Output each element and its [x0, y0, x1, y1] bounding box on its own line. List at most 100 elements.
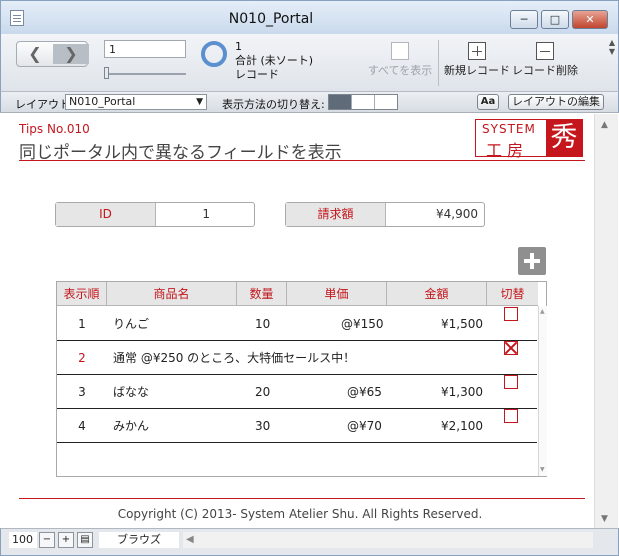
show-all-label: すべてを表示 [367, 64, 433, 77]
bottom-bar: 100 − + ▤ ブラウズ ◀ [0, 528, 619, 556]
table-row: 3 ばなな 20 @¥65 ¥1,300 [57, 375, 537, 409]
row-amount: ¥1,500 [441, 317, 483, 331]
id-label: ID [56, 203, 156, 226]
row-order: 3 [78, 385, 86, 399]
bill-label: 請求額 [286, 203, 386, 226]
view-switch-label: 表示方法の切り替え: [222, 98, 325, 111]
window-title: N010_Portal [228, 11, 314, 27]
portal-header: 表示順 商品名 数量 単価 金額 切替 [57, 282, 538, 306]
row-qty[interactable]: 10 [255, 307, 270, 341]
logo-mark: 秀 [546, 120, 582, 156]
tips-number: Tips No.010 [19, 122, 90, 136]
new-record-button[interactable]: 新規レコード [444, 42, 510, 78]
list-view-icon[interactable] [352, 95, 375, 109]
next-record-button[interactable]: ❯ [53, 44, 89, 63]
scroll-up-icon[interactable]: ▲ [601, 120, 608, 130]
text-format-button[interactable]: Aa [477, 94, 499, 110]
add-row-button[interactable] [518, 247, 546, 275]
table-row: 2 通常 @¥250 のところ、大特価セールス中！ [57, 341, 537, 375]
row-qty[interactable]: 30 [255, 409, 270, 443]
col-order: 表示順 [57, 282, 107, 306]
record-sort-status: 合計 (未ソート) [235, 54, 314, 67]
maximize-button[interactable]: □ [541, 10, 569, 29]
toggle-checkbox[interactable] [504, 341, 518, 355]
portal-table: 表示順 商品名 数量 単価 金額 切替 1 りんご 10 @¥150 ¥1,50… [56, 281, 547, 477]
id-value[interactable]: 1 [202, 203, 210, 226]
title-bar: N010_Portal ─ □ ✕ [0, 0, 619, 34]
edit-layout-button[interactable]: レイアウトの編集 [508, 94, 604, 110]
record-count: 1 [235, 40, 242, 53]
row-price[interactable]: @¥70 [347, 409, 382, 443]
plus-icon [468, 42, 486, 60]
table-row: 1 りんご 10 @¥150 ¥1,500 [57, 307, 537, 341]
table-row: 4 みかん 30 @¥70 ¥2,100 [57, 409, 537, 443]
minus-icon [536, 42, 554, 60]
record-nav: ❮ ❯ [16, 41, 89, 67]
delete-record-label: レコード削除 [512, 64, 578, 77]
toolbar: ❮ ❯ 1 合計 (未ソート) レコード すべてを表示 新規レコード レコード削… [0, 34, 619, 92]
row-price[interactable]: @¥65 [347, 375, 382, 409]
chevron-down-icon: ▼ [196, 97, 203, 107]
row-order: 1 [78, 317, 86, 331]
scroll-down-icon[interactable]: ▼ [540, 466, 545, 473]
layout-content: Tips No.010 同じポータル内で異なるフィールドを表示 SYSTEM 工… [1, 114, 594, 528]
minimize-button[interactable]: ─ [510, 10, 538, 29]
row-note[interactable]: 通常 @¥250 のところ、大特価セールス中！ [113, 341, 355, 375]
layout-bar: レイアウト: N010_Portal ▼ 表示方法の切り替え: Aa レイアウト… [0, 92, 619, 113]
row-qty[interactable]: 20 [255, 375, 270, 409]
record-info: 1 合計 (未ソート) レコード [235, 40, 313, 82]
table-view-icon[interactable] [375, 95, 398, 109]
toolbar-chevron-icon[interactable]: ▲ ▼ [609, 38, 615, 56]
row-amount: ¥1,300 [441, 385, 483, 399]
close-button[interactable]: ✕ [572, 10, 608, 29]
row-name[interactable]: りんご [113, 307, 149, 341]
col-amount: 金額 [387, 282, 487, 306]
toolbar-divider [438, 40, 439, 86]
row-price[interactable]: @¥150 [341, 307, 384, 341]
horizontal-scrollbar[interactable]: ◀ [183, 532, 593, 548]
zoom-in-button[interactable]: + [58, 532, 74, 548]
col-price: 単価 [287, 282, 387, 306]
zoom-out-button[interactable]: − [39, 532, 55, 548]
scroll-left-icon[interactable]: ◀ [186, 534, 194, 545]
show-all-icon [391, 42, 409, 60]
copyright: Copyright (C) 2013- System Atelier Shu. … [117, 507, 483, 521]
prev-record-button[interactable]: ❮ [17, 44, 53, 63]
logo-top-text: SYSTEM [482, 122, 536, 136]
scroll-up-icon[interactable]: ▲ [540, 308, 545, 315]
show-all-button[interactable]: すべてを表示 [366, 42, 434, 78]
view-switcher [328, 94, 398, 110]
toggle-checkbox[interactable] [504, 307, 518, 321]
window-scrollbar[interactable]: ▲ ▼ [594, 114, 618, 528]
record-slider-track[interactable] [104, 73, 186, 75]
record-pie-icon [201, 41, 227, 67]
bill-value[interactable]: ¥4,900 [436, 203, 478, 226]
layout-select-value: N010_Portal [69, 95, 136, 108]
col-toggle: 切替 [500, 287, 525, 301]
row-amount: ¥2,100 [441, 419, 483, 433]
toggle-checkbox[interactable] [504, 375, 518, 389]
col-qty: 数量 [237, 282, 287, 306]
mode-indicator[interactable]: ブラウズ [99, 532, 179, 548]
footer-divider [19, 498, 585, 499]
toggle-toolbar-button[interactable]: ▤ [77, 532, 93, 548]
record-label: レコード [235, 68, 279, 81]
toggle-checkbox[interactable] [504, 409, 518, 423]
portal-scrollbar[interactable]: ▲ ▼ [538, 306, 547, 476]
bill-field: 請求額 ¥4,900 [285, 202, 485, 227]
row-name[interactable]: ばなな [113, 375, 149, 409]
logo-bottom-text: 工房 [486, 141, 529, 160]
zoom-level[interactable]: 100 [9, 532, 37, 548]
new-record-label: 新規レコード [444, 64, 510, 77]
scroll-down-icon[interactable]: ▼ [601, 514, 608, 524]
form-view-icon[interactable] [329, 95, 352, 109]
row-order: 2 [78, 351, 86, 365]
id-field: ID 1 [55, 202, 255, 227]
row-order: 4 [78, 419, 86, 433]
layout-select[interactable]: N010_Portal ▼ [65, 94, 207, 110]
record-number-input[interactable] [104, 40, 186, 58]
row-name[interactable]: みかん [113, 409, 149, 443]
col-name: 商品名 [107, 282, 237, 306]
record-slider-thumb[interactable] [104, 67, 109, 79]
delete-record-button[interactable]: レコード削除 [512, 42, 578, 78]
